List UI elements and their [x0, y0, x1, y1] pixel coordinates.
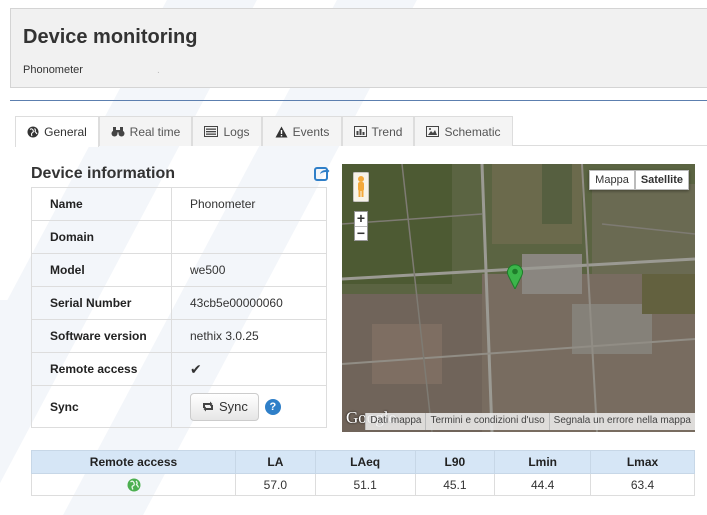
column-header: Remote access	[31, 450, 236, 474]
lmin-value: 44.4	[494, 473, 592, 496]
page-subtitle: Phonometer	[23, 64, 83, 76]
map-data-link[interactable]: Dati mappa	[365, 413, 426, 430]
info-label: Sync	[31, 385, 172, 428]
table-row: Name Phonometer	[31, 187, 327, 221]
map-footer: Dati mappa Termini e condizioni d'uso Se…	[365, 413, 695, 430]
tab-label: Logs	[223, 124, 250, 139]
map-type-control: Mappa Satellite	[589, 170, 689, 190]
binoculars-icon	[111, 127, 125, 137]
info-value: 43cb5e00000060	[171, 286, 327, 320]
globe-icon	[27, 126, 39, 138]
map-view[interactable]: Mappa Satellite + − Google Dati mappa Te…	[342, 164, 695, 432]
column-header: LA	[235, 450, 316, 474]
tab-trend[interactable]: Trend	[342, 116, 414, 146]
table-header-row: Remote access LA LAeq L90 Lmin Lmax	[31, 450, 695, 474]
sync-button[interactable]: Sync	[190, 392, 259, 421]
column-header: Lmin	[494, 450, 592, 474]
table-row: Sync Sync ?	[31, 385, 327, 428]
retweet-icon	[203, 401, 213, 412]
laeq-value: 51.1	[314, 473, 416, 496]
map-report-error-link[interactable]: Segnala un errore nella mappa	[548, 413, 695, 430]
tab-label: Real time	[129, 124, 181, 139]
tab-label: Events	[292, 124, 330, 139]
lmax-value: 63.4	[590, 473, 695, 496]
tab-label: General	[44, 125, 87, 139]
device-info-title: Device information	[31, 165, 176, 182]
picture-icon	[426, 126, 440, 137]
map-type-satellite-button[interactable]: Satellite	[634, 170, 689, 190]
page-title: Device monitoring	[23, 26, 198, 48]
header-divider	[10, 100, 707, 101]
info-label: Software version	[31, 319, 172, 353]
info-value	[171, 220, 327, 254]
share-icon[interactable]	[314, 165, 330, 181]
info-value: we500	[171, 253, 327, 287]
tab-events[interactable]: Events	[262, 116, 342, 146]
list-icon	[204, 126, 219, 137]
page: Device monitoring Phonometer . General R…	[0, 0, 707, 515]
zoom-in-button[interactable]: +	[355, 211, 367, 226]
device-info-table: Name Phonometer Domain Model we500 Seria…	[31, 187, 327, 428]
info-label: Name	[31, 187, 172, 221]
zoom-control: + −	[354, 211, 368, 241]
satellite-imagery	[342, 164, 695, 432]
table-row: 57.0 51.1 45.1 44.4 63.4	[31, 473, 695, 496]
tab-label: Trend	[371, 124, 403, 139]
measurements-table: Remote access LA LAeq L90 Lmin Lmax 57.0…	[31, 450, 695, 496]
pegman-icon[interactable]	[353, 172, 369, 202]
column-header: Lmax	[590, 450, 695, 474]
table-row: Serial Number 43cb5e00000060	[31, 286, 327, 320]
tab-bar: General Real time Logs Events Trend Sche…	[15, 116, 707, 147]
tab-logs[interactable]: Logs	[192, 116, 262, 146]
tab-real-time[interactable]: Real time	[99, 116, 192, 146]
column-header: LAeq	[314, 450, 416, 474]
online-globe-icon	[127, 478, 140, 492]
info-label: Remote access	[31, 352, 172, 386]
map-type-map-button[interactable]: Mappa	[589, 170, 635, 190]
info-label: Domain	[31, 220, 172, 254]
info-value: nethix 3.0.25	[171, 319, 327, 353]
column-header: L90	[414, 450, 496, 474]
sync-button-label: Sync	[219, 399, 248, 414]
location-marker-icon[interactable]	[506, 263, 524, 289]
la-value: 57.0	[235, 473, 316, 496]
info-label: Serial Number	[31, 286, 172, 320]
tab-general[interactable]: General	[15, 116, 99, 147]
table-row: Remote access ✔	[31, 352, 327, 386]
bar-chart-icon	[353, 126, 367, 137]
table-row: Domain	[31, 220, 327, 254]
subtitle-dot: .	[157, 65, 160, 76]
l90-value: 45.1	[414, 473, 496, 496]
info-value: Phonometer	[171, 187, 327, 221]
table-row: Model we500	[31, 253, 327, 287]
map-terms-link[interactable]: Termini e condizioni d'uso	[425, 413, 549, 430]
help-icon[interactable]: ?	[264, 398, 281, 415]
checkmark-icon: ✔	[190, 360, 202, 377]
info-label: Model	[31, 253, 172, 287]
tab-schematic[interactable]: Schematic	[414, 116, 513, 146]
tab-label: Schematic	[444, 124, 501, 139]
warning-icon	[275, 126, 288, 137]
table-row: Software version nethix 3.0.25	[31, 319, 327, 353]
page-header: Device monitoring Phonometer .	[10, 8, 707, 88]
zoom-out-button[interactable]: −	[355, 226, 367, 240]
